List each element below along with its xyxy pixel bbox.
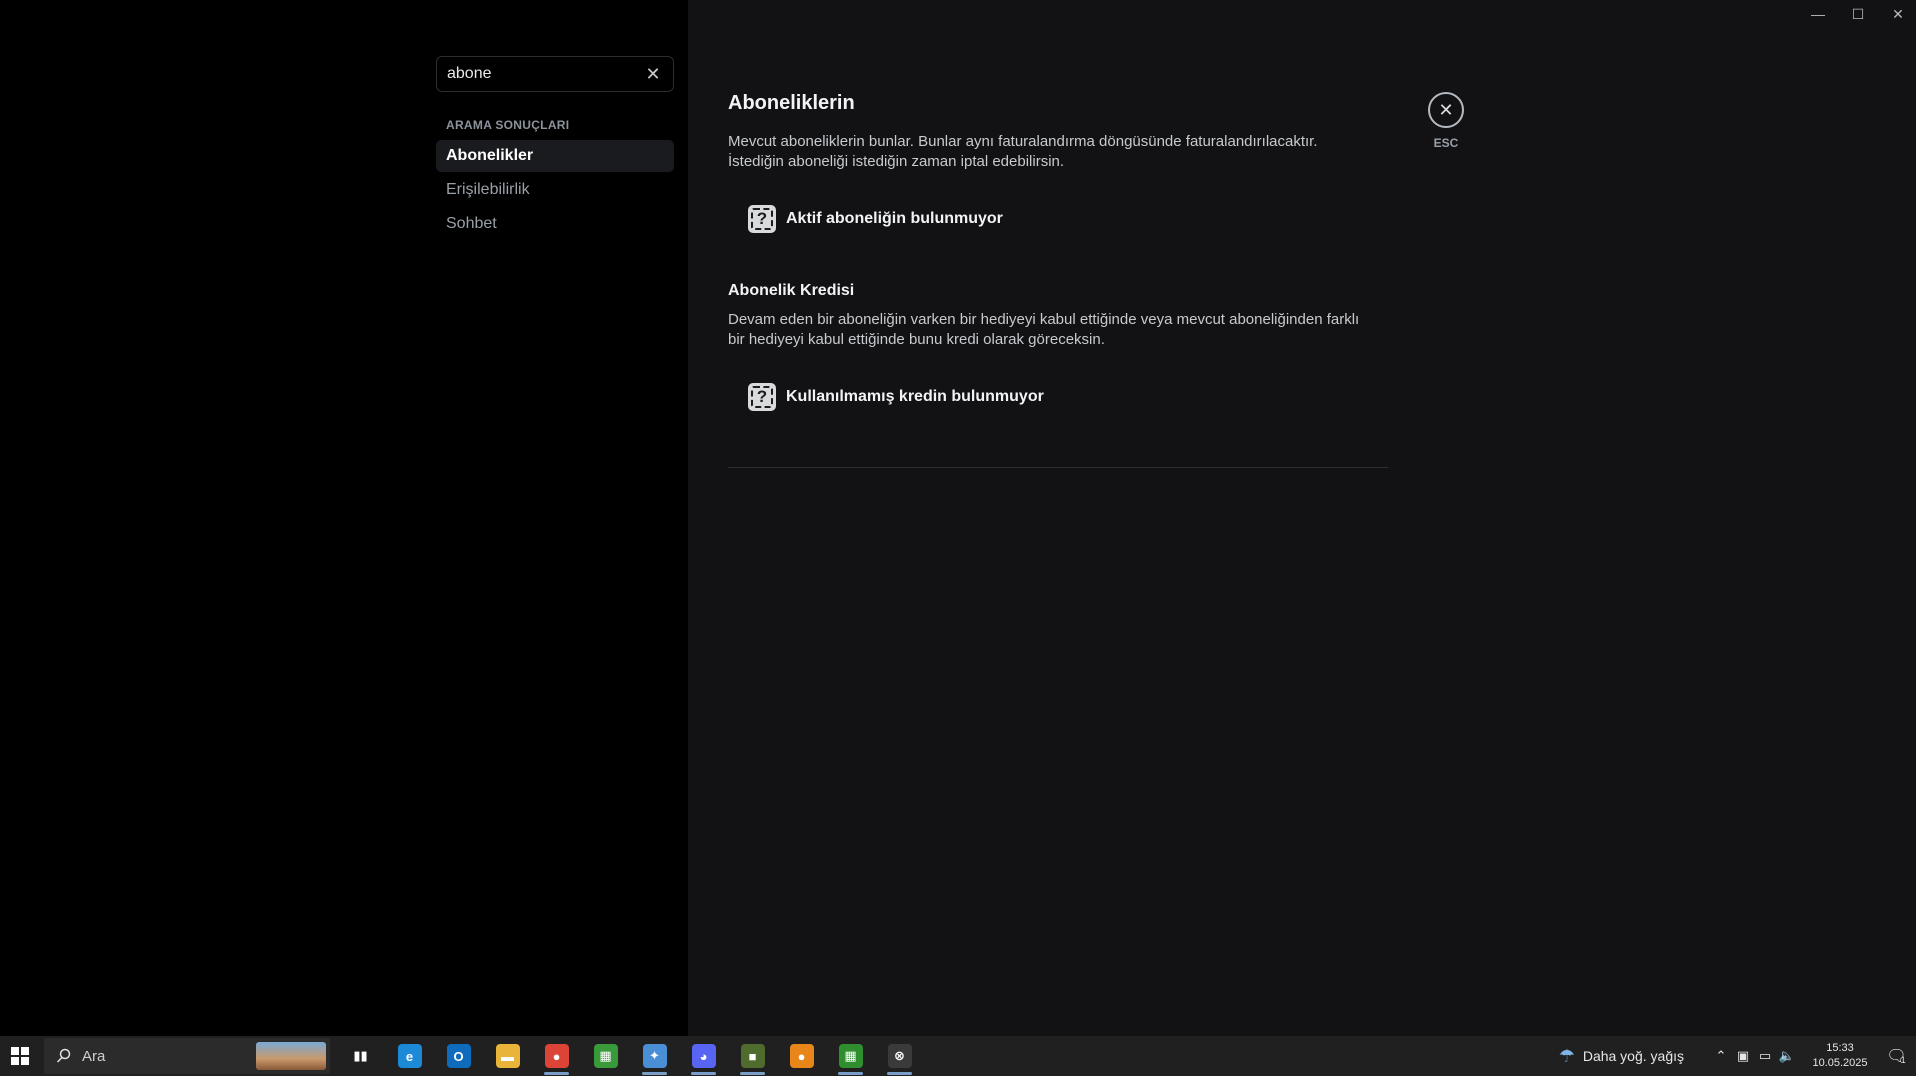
- sidebar-item-erisilebilirlik[interactable]: Erişilebilirlik: [436, 174, 674, 206]
- notification-center-button[interactable]: 🗨 1: [1876, 1046, 1916, 1066]
- clock-time: 15:33: [1826, 1042, 1854, 1054]
- taskbar-search-placeholder: Ara: [82, 1047, 106, 1065]
- search-results-heading: ARAMA SONUÇLARI: [446, 118, 570, 132]
- meet-icon[interactable]: ▣: [1732, 1048, 1754, 1064]
- network-icon[interactable]: ▭: [1754, 1048, 1776, 1064]
- esc-label: ESC: [1433, 136, 1459, 150]
- task-view-icon: ▮▮: [348, 1044, 373, 1068]
- settings-app-icon: ✦: [642, 1044, 667, 1068]
- description-line-2: İstediğin aboneliği istediğin zaman ipta…: [728, 153, 1065, 170]
- weather-widget[interactable]: ☂ Daha yoğ. yağış: [1559, 1046, 1684, 1067]
- rain-cloud-icon: ☂: [1558, 1045, 1575, 1066]
- esc-close-control: ✕ ESC: [1426, 92, 1466, 150]
- settings-search-box[interactable]: abone ✕: [436, 56, 674, 92]
- page-title: Aboneliklerin: [728, 92, 855, 114]
- taskbar-app-minecraft-launcher[interactable]: ▦: [826, 1036, 875, 1076]
- question-mark-icon: ?: [748, 383, 776, 411]
- chevron-up-icon[interactable]: ⌃: [1710, 1048, 1732, 1064]
- taskbar-search[interactable]: Ara: [44, 1038, 330, 1074]
- window-maximize-button[interactable]: ☐: [1838, 0, 1878, 28]
- minecraft-launcher-icon: ▦: [838, 1044, 863, 1068]
- taskbar: Ara ▮▮ e O ▬ ● ▦ ✦ ◕ ■ ● ▦ ⊗ ☂ Daha yoğ. yağış ⌃ ▣ …: [0, 1036, 1916, 1076]
- weather-text: Daha yoğ. yağış: [1582, 1048, 1684, 1064]
- no-credit-text: Kullanılmamış kredin bulunmuyor: [786, 388, 1044, 405]
- start-button[interactable]: [0, 1036, 40, 1076]
- no-subscription-text: Aktif aboneliğin bulunmuyor: [786, 210, 1003, 227]
- taskbar-app-edge[interactable]: e: [385, 1036, 434, 1076]
- taskbar-app-xbox[interactable]: ⊗: [875, 1036, 924, 1076]
- minecraft-block-icon: ■: [740, 1044, 765, 1068]
- chrome-icon: ●: [544, 1044, 569, 1068]
- clock-date: 10.05.2025: [1812, 1057, 1868, 1069]
- system-tray: ☂ Daha yoğ. yağış ⌃ ▣ ▭ 🔈 15:33 10.05.20…: [1559, 1036, 1916, 1076]
- outlook-icon: O: [446, 1044, 471, 1068]
- credit-description-line-2: bir hediyeyi kabul ettiğinde bunu kredi …: [728, 331, 1105, 348]
- credit-description: Devam eden bir aboneliğin varken bir hed…: [728, 310, 1388, 350]
- window-minimize-button[interactable]: —: [1798, 0, 1838, 28]
- credit-section-title: Abonelik Kredisi: [728, 282, 855, 299]
- description-line-1: Mevcut aboneliklerin bunlar. Bunlar aynı…: [728, 133, 1318, 150]
- windows-logo-icon: [11, 1047, 29, 1065]
- taskbar-app-discord[interactable]: ◕: [679, 1036, 728, 1076]
- no-credit-row: ? Kullanılmamış kredin bulunmuyor: [748, 382, 1044, 412]
- taskbar-app-file-explorer[interactable]: ▬: [483, 1036, 532, 1076]
- subscriptions-description: Mevcut aboneliklerin bunlar. Bunlar aynı…: [728, 132, 1388, 172]
- search-highlight-image: [256, 1042, 326, 1070]
- sidebar-item-abonelikler[interactable]: Abonelikler: [436, 140, 674, 172]
- minecraft-icon: ▦: [593, 1044, 618, 1068]
- credit-description-line-1: Devam eden bir aboneliğin varken bir hed…: [728, 311, 1360, 328]
- section-divider: [728, 467, 1388, 468]
- taskbar-app-settings-app[interactable]: ✦: [630, 1036, 679, 1076]
- taskbar-app-task-view[interactable]: ▮▮: [336, 1036, 385, 1076]
- taskbar-app-microphone[interactable]: ●: [777, 1036, 826, 1076]
- taskbar-app-chrome[interactable]: ●: [532, 1036, 581, 1076]
- search-icon: [56, 1048, 71, 1063]
- taskbar-apps: ▮▮ e O ▬ ● ▦ ✦ ◕ ■ ● ▦ ⊗: [336, 1036, 924, 1076]
- taskbar-app-minecraft[interactable]: ▦: [581, 1036, 630, 1076]
- app-window: abone ✕ ARAMA SONUÇLARI Abonelikler Eriş…: [0, 0, 1916, 1036]
- no-subscription-row: ? Aktif aboneliğin bulunmuyor: [748, 204, 1003, 234]
- question-mark-icon: ?: [748, 205, 776, 233]
- edge-icon: e: [397, 1044, 422, 1068]
- settings-sidebar: abone ✕ ARAMA SONUÇLARI Abonelikler Eriş…: [0, 0, 688, 1036]
- search-input[interactable]: abone: [447, 65, 643, 83]
- discord-icon: ◕: [691, 1044, 716, 1068]
- file-explorer-icon: ▬: [495, 1044, 520, 1068]
- close-settings-button[interactable]: ✕: [1428, 92, 1464, 128]
- taskbar-app-outlook[interactable]: O: [434, 1036, 483, 1076]
- notification-count: 1: [1900, 1055, 1906, 1065]
- xbox-icon: ⊗: [887, 1044, 912, 1068]
- window-close-button[interactable]: ✕: [1878, 0, 1916, 28]
- microphone-icon: ●: [789, 1044, 814, 1068]
- clear-search-icon[interactable]: ✕: [643, 64, 663, 84]
- sidebar-item-sohbet[interactable]: Sohbet: [436, 208, 674, 240]
- volume-icon[interactable]: 🔈: [1776, 1048, 1798, 1064]
- clock[interactable]: 15:33 10.05.2025: [1804, 1041, 1876, 1071]
- taskbar-app-minecraft-block[interactable]: ■: [728, 1036, 777, 1076]
